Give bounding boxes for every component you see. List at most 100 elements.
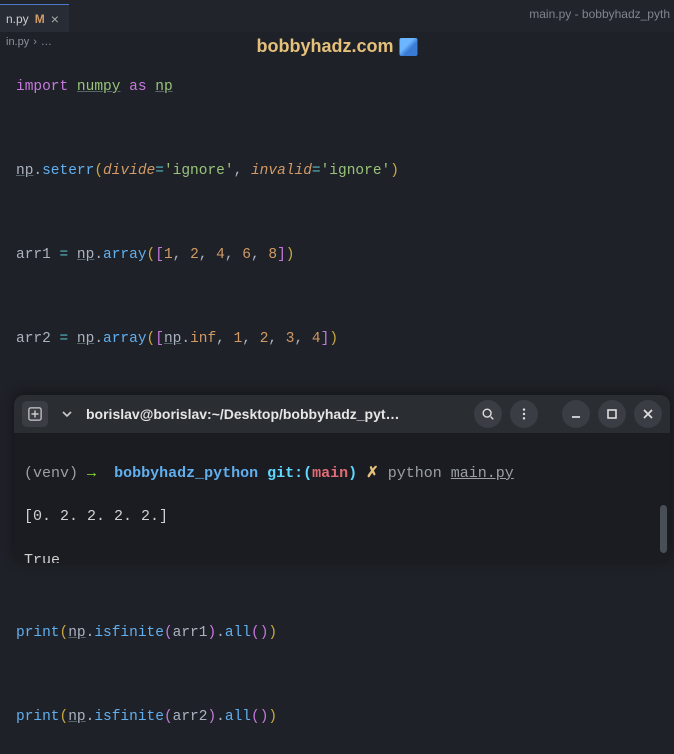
num: 1 (234, 331, 243, 347)
punct-comma: , (242, 331, 259, 347)
prompt-branch: main (312, 465, 348, 482)
punct-dot: . (86, 625, 95, 641)
terminal-line: (venv) → bobbyhadz_python git:(main) ✗ p… (24, 463, 660, 485)
arg-arr2: arr2 (173, 709, 208, 725)
fn-isfinite: isfinite (94, 625, 164, 641)
terminal-output-line: [0. 2. 2. 2. 2.] (24, 506, 660, 528)
alias-np: np (155, 79, 172, 95)
prompt-venv: (venv) (24, 465, 78, 482)
maximize-icon (606, 408, 618, 420)
arg-arr1: arr1 (173, 625, 208, 641)
breadcrumb-file: in.py (6, 36, 29, 48)
fn-print: print (16, 709, 60, 725)
fn-all: all (225, 625, 251, 641)
cmd-python: python (388, 465, 442, 482)
bracket-close: ] (321, 331, 330, 347)
paren-close: ) (390, 163, 399, 179)
punct-dot: . (216, 625, 225, 641)
prompt-git-open: git:( (267, 465, 312, 482)
fn-print: print (16, 625, 60, 641)
ident-np: np (16, 163, 33, 179)
prompt-git-close: ) (348, 465, 357, 482)
editor-tab-main[interactable]: n.py M × (0, 4, 69, 32)
punct-comma: , (234, 163, 251, 179)
num: 4 (312, 331, 321, 347)
ident-np: np (77, 331, 94, 347)
watermark-branding: bobbyhadz.com (256, 36, 417, 57)
close-icon (642, 408, 654, 420)
maximize-button[interactable] (598, 400, 626, 428)
menu-button[interactable] (510, 400, 538, 428)
op-eq: = (51, 331, 77, 347)
terminal-scrollbar[interactable] (660, 505, 667, 553)
punct-dot: . (86, 709, 95, 725)
punct-comma: , (295, 331, 312, 347)
code-line (16, 371, 658, 392)
bracket-open: [ (155, 331, 164, 347)
punct-comma: , (225, 247, 242, 263)
paren-open: ( (147, 331, 156, 347)
terminal-title: borislav@borislav:~/Desktop/bobbyhadz_py… (86, 406, 466, 422)
op-eq: = (51, 247, 77, 263)
punct-comma: , (216, 331, 233, 347)
window-title: main.py - bobbyhadz_pyth (529, 0, 674, 28)
paren-close: ) (268, 625, 277, 641)
punct-dot: . (216, 709, 225, 725)
minimize-button[interactable] (562, 400, 590, 428)
prompt-dirty-icon: ✗ (366, 465, 379, 482)
paren-open: ( (94, 163, 103, 179)
paren-close: ) (207, 625, 216, 641)
plus-box-icon (28, 407, 42, 421)
paren-open: ( (164, 625, 173, 641)
chevron-down-icon (62, 409, 72, 419)
search-button[interactable] (474, 400, 502, 428)
string-ignore: 'ignore' (321, 163, 391, 179)
code-line (16, 581, 658, 602)
paren-open: ( (60, 709, 69, 725)
keyword-import: import (16, 79, 68, 95)
terminal-output-line: True (24, 550, 660, 563)
code-line: print(np.isfinite(arr2).all()) (16, 707, 658, 728)
fn-isfinite: isfinite (94, 709, 164, 725)
close-terminal-button[interactable] (634, 400, 662, 428)
new-tab-button[interactable] (22, 401, 48, 427)
fn-all: all (225, 709, 251, 725)
code-line (16, 665, 658, 686)
module-numpy: numpy (77, 79, 121, 95)
punct-dot: . (33, 163, 42, 179)
const-inf: inf (190, 331, 216, 347)
num: 3 (286, 331, 295, 347)
op-eq: = (155, 163, 164, 179)
code-line: arr1 = np.array([1, 2, 4, 6, 8]) (16, 245, 658, 266)
punct-dot: . (94, 331, 103, 347)
tab-modified-indicator: M (35, 12, 45, 26)
param-divide: divide (103, 163, 155, 179)
terminal-header: borislav@borislav:~/Desktop/bobbyhadz_py… (14, 395, 670, 433)
chevron-right-icon: › (33, 36, 37, 48)
close-icon[interactable]: × (51, 11, 59, 27)
code-line: print(np.isfinite(arr1).all()) (16, 623, 658, 644)
punct-comma: , (268, 331, 285, 347)
tab-filename: n.py (6, 12, 29, 26)
fn-array: array (103, 247, 147, 263)
var-arr1: arr1 (16, 247, 51, 263)
fn-seterr: seterr (42, 163, 94, 179)
cube-icon (400, 38, 418, 56)
string-ignore: 'ignore' (164, 163, 234, 179)
punct-dot: . (181, 331, 190, 347)
paren-close: ) (260, 709, 269, 725)
kebab-menu-icon (517, 407, 531, 421)
paren-open: ( (251, 709, 260, 725)
terminal-body[interactable]: (venv) → bobbyhadz_python git:(main) ✗ p… (14, 433, 670, 563)
paren-close: ) (207, 709, 216, 725)
paren-open: ( (147, 247, 156, 263)
paren-open: ( (251, 625, 260, 641)
tab-dropdown-button[interactable] (56, 401, 78, 427)
bracket-open: [ (155, 247, 164, 263)
ident-np: np (164, 331, 181, 347)
minimize-icon (570, 408, 582, 420)
breadcrumb-more: … (41, 36, 52, 48)
punct-comma: , (199, 247, 216, 263)
ident-np: np (68, 625, 85, 641)
punct-comma: , (173, 247, 190, 263)
